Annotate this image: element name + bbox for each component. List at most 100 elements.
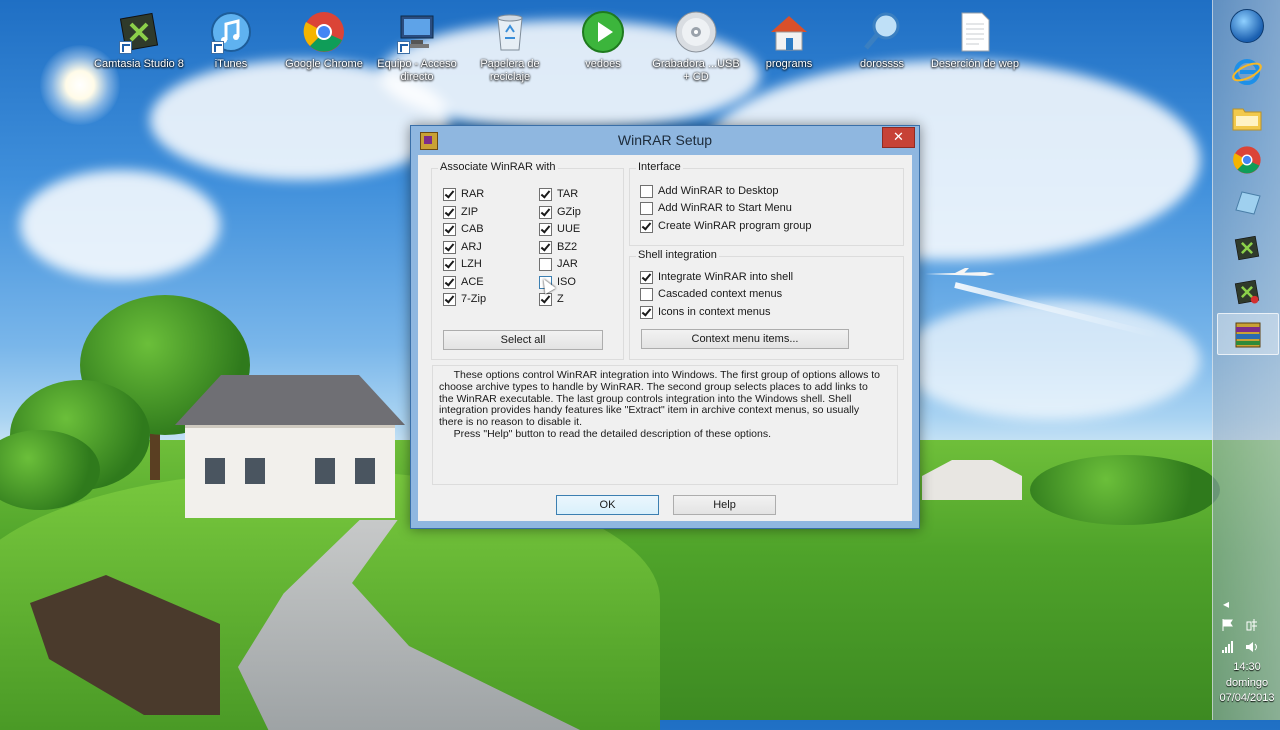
checkbox-lzh[interactable]: LZH <box>443 257 482 271</box>
checkbox-rar[interactable]: RAR <box>443 187 484 201</box>
house-window <box>315 458 335 484</box>
desktop-icon-itunes[interactable]: iTunes <box>185 10 277 71</box>
shell-integration-group: Shell integration Integrate WinRAR into … <box>629 249 904 360</box>
checkbox-label: UUE <box>557 223 581 235</box>
checkbox-tar[interactable]: TAR <box>539 187 578 201</box>
checkbox-integrate-shell[interactable]: Integrate WinRAR into shell <box>640 270 793 284</box>
disc-icon <box>674 10 718 54</box>
context-menu-items-button[interactable]: Context menu items... <box>641 329 849 349</box>
desktop-icon-label: dorossss <box>859 58 905 70</box>
checkbox-box <box>443 275 456 289</box>
file-explorer-icon <box>1232 108 1262 131</box>
checkbox-label: Z <box>557 293 564 305</box>
desktop-icon-vedoes[interactable]: vedoes <box>557 10 649 71</box>
checkbox-bz2[interactable]: BZ2 <box>539 240 577 254</box>
desktop-icon-chrome[interactable]: Google Chrome <box>278 10 370 71</box>
clock-day[interactable]: domingo <box>1213 677 1280 690</box>
power-icon[interactable] <box>1245 618 1259 632</box>
desktop-icon-dorossss[interactable]: dorossss <box>836 10 928 71</box>
clock-date[interactable]: 07/04/2013 <box>1213 692 1280 705</box>
shell-integration-group-label: Shell integration <box>636 249 719 261</box>
house-wall <box>185 425 395 518</box>
checkbox-label: RAR <box>461 188 485 200</box>
recycle-bin-icon <box>488 10 532 54</box>
checkbox-arj[interactable]: ARJ <box>443 240 482 254</box>
taskbar-tablet[interactable] <box>1217 183 1277 223</box>
checkbox-zip[interactable]: ZIP <box>443 205 478 219</box>
associate-group-label: Associate WinRAR with <box>438 161 558 173</box>
clock-time[interactable]: 14:30 <box>1213 661 1280 674</box>
checkbox-icons-in-menus[interactable]: Icons in context menus <box>640 305 771 319</box>
network-icon[interactable] <box>1221 640 1235 654</box>
show-hidden-icons-button[interactable]: ◂ <box>1219 597 1233 611</box>
checkbox-box <box>640 287 653 301</box>
desktop-icon-recycle-bin[interactable]: Papelera de reciclaje <box>464 10 556 84</box>
checkbox-ace[interactable]: ACE <box>443 275 484 289</box>
start-button[interactable] <box>1217 6 1277 46</box>
cloud <box>900 300 1200 420</box>
taskbar-camtasia[interactable] <box>1217 228 1277 268</box>
checkbox-label: Add WinRAR to Start Menu <box>658 202 792 214</box>
checkbox-box <box>640 219 653 233</box>
desktop-icon-grabadora[interactable]: Grabadora ...USB + CD <box>650 10 742 84</box>
search-icon <box>860 10 904 54</box>
checkbox-cab[interactable]: CAB <box>443 222 484 236</box>
close-button[interactable]: ✕ <box>882 127 915 148</box>
dialog-titlebar[interactable]: WinRAR Setup ✕ <box>411 126 919 154</box>
winrar-icon <box>1235 322 1261 348</box>
desktop-icon-label: programs <box>765 58 813 70</box>
checkbox-label: ACE <box>461 276 484 288</box>
checkbox-label: TAR <box>557 188 579 200</box>
desktop-icon-equipo[interactable]: Equipo - Acceso directo <box>371 10 463 84</box>
checkbox-label: ISO <box>557 276 576 288</box>
select-all-button[interactable]: Select all <box>443 330 603 350</box>
checkbox-label: JAR <box>557 258 578 270</box>
desktop-icon-label: Grabadora ...USB + CD <box>652 58 740 83</box>
computer-icon <box>395 10 439 54</box>
checkbox-label: CAB <box>461 223 484 235</box>
dialog-body: Associate WinRAR with RAR ZIP CAB ARJ LZ… <box>418 155 912 521</box>
house-window <box>205 458 225 484</box>
checkbox-gzip[interactable]: GZip <box>539 205 581 219</box>
checkbox-z[interactable]: Z <box>539 292 564 306</box>
checkbox-box <box>539 240 552 254</box>
dialog-title: WinRAR Setup <box>617 132 713 148</box>
checkbox-uue[interactable]: UUE <box>539 222 580 236</box>
checkbox-jar[interactable]: JAR <box>539 257 578 271</box>
help-button[interactable]: Help <box>673 495 776 515</box>
flag-icon[interactable] <box>1221 618 1235 632</box>
description-text: These options control WinRAR integration… <box>432 365 898 485</box>
desktop-icon-label: Google Chrome <box>285 58 363 70</box>
checkbox-label: ARJ <box>461 241 482 253</box>
associate-group: Associate WinRAR with RAR ZIP CAB ARJ LZ… <box>431 161 624 360</box>
taskbar-winrar[interactable] <box>1217 313 1279 355</box>
taskbar-file-explorer[interactable] <box>1217 98 1277 138</box>
desktop-icon-programs[interactable]: programs <box>743 10 835 71</box>
checkbox-add-to-start-menu[interactable]: Add WinRAR to Start Menu <box>640 201 792 215</box>
taskbar-recorder[interactable] <box>1217 272 1277 312</box>
checkbox-box <box>443 257 456 271</box>
taskbar-internet-explorer[interactable] <box>1217 52 1277 92</box>
taskbar-chrome[interactable] <box>1217 140 1277 180</box>
checkbox-label: Icons in context menus <box>658 306 771 318</box>
cloud <box>20 170 220 280</box>
checkbox-create-program-group[interactable]: Create WinRAR program group <box>640 219 811 233</box>
desktop-icon-label: iTunes <box>214 58 248 70</box>
checkbox-add-to-desktop[interactable]: Add WinRAR to Desktop <box>640 184 778 198</box>
recorder-icon <box>1234 279 1260 305</box>
desktop-icon-camtasia[interactable]: Camtasia Studio 8 <box>93 10 185 71</box>
checkbox-label: LZH <box>461 258 482 270</box>
volume-icon[interactable] <box>1245 640 1259 654</box>
interface-group: Interface Add WinRAR to Desktop Add WinR… <box>629 161 904 246</box>
home-icon <box>767 10 811 54</box>
desktop-icon-label: vedoes <box>585 58 621 70</box>
checkbox-7zip[interactable]: 7-Zip <box>443 292 486 306</box>
checkbox-box <box>443 205 456 219</box>
checkbox-label: 7-Zip <box>461 293 487 305</box>
checkbox-cascaded-menus[interactable]: Cascaded context menus <box>640 287 782 301</box>
desktop-icon-desercion[interactable]: Deserción de wep <box>929 10 1021 71</box>
chrome-icon <box>302 10 346 54</box>
house-window <box>245 458 265 484</box>
ok-button[interactable]: OK <box>556 495 659 515</box>
checkbox-box <box>443 292 456 306</box>
